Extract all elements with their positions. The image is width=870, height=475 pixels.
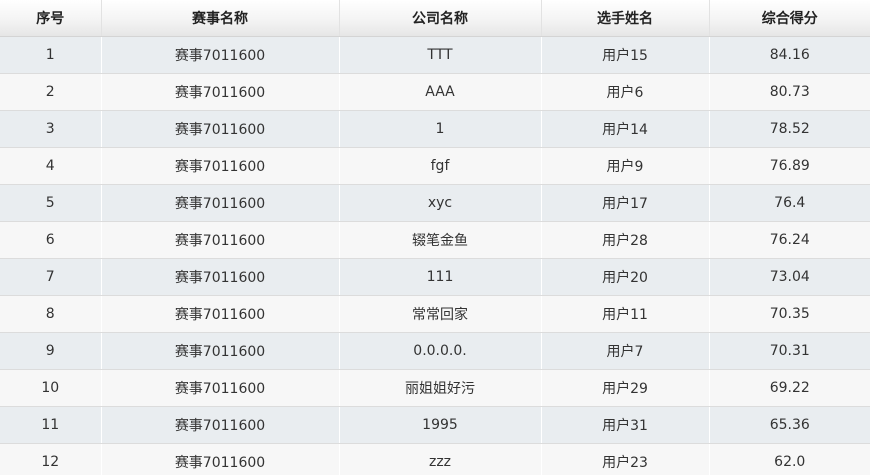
header-player-name[interactable]: 选手姓名	[541, 0, 710, 37]
cell-player-name: 用户9	[541, 147, 710, 185]
cell-company-name: zzz	[339, 443, 542, 475]
table-row[interactable]: 11 赛事7011600 1995 用户31 65.36	[0, 406, 870, 444]
header-index[interactable]: 序号	[0, 0, 102, 37]
table-row[interactable]: 6 赛事7011600 辍笔金鱼 用户28 76.24	[0, 221, 870, 259]
cell-event-name: 赛事7011600	[101, 73, 340, 111]
cell-index: 9	[0, 332, 102, 370]
table-body: 1 赛事7011600 TTT 用户15 84.16 2 赛事7011600 A…	[0, 36, 870, 475]
cell-company-name: fgf	[339, 147, 542, 185]
cell-player-name: 用户20	[541, 258, 710, 296]
cell-event-name: 赛事7011600	[101, 369, 340, 407]
cell-player-name: 用户23	[541, 443, 710, 475]
cell-index: 6	[0, 221, 102, 259]
cell-total-score: 76.4	[709, 184, 870, 222]
table-row[interactable]: 9 赛事7011600 0.0.0.0. 用户7 70.31	[0, 332, 870, 370]
cell-company-name: 0.0.0.0.	[339, 332, 542, 370]
cell-event-name: 赛事7011600	[101, 110, 340, 148]
table-header: 序号 赛事名称 公司名称 选手姓名 综合得分	[0, 0, 870, 37]
cell-index: 4	[0, 147, 102, 185]
cell-company-name: 丽姐姐好污	[339, 369, 542, 407]
cell-index: 3	[0, 110, 102, 148]
table-row[interactable]: 10 赛事7011600 丽姐姐好污 用户29 69.22	[0, 369, 870, 407]
cell-total-score: 62.0	[709, 443, 870, 475]
cell-index: 7	[0, 258, 102, 296]
cell-total-score: 70.31	[709, 332, 870, 370]
cell-player-name: 用户7	[541, 332, 710, 370]
cell-index: 11	[0, 406, 102, 444]
table-row[interactable]: 3 赛事7011600 1 用户14 78.52	[0, 110, 870, 148]
cell-player-name: 用户11	[541, 295, 710, 333]
cell-player-name: 用户6	[541, 73, 710, 111]
cell-total-score: 65.36	[709, 406, 870, 444]
header-event-name[interactable]: 赛事名称	[101, 0, 340, 37]
table-row[interactable]: 12 赛事7011600 zzz 用户23 62.0	[0, 443, 870, 475]
cell-total-score: 78.52	[709, 110, 870, 148]
header-row: 序号 赛事名称 公司名称 选手姓名 综合得分	[0, 0, 870, 37]
table-row[interactable]: 5 赛事7011600 xyc 用户17 76.4	[0, 184, 870, 222]
cell-event-name: 赛事7011600	[101, 184, 340, 222]
cell-event-name: 赛事7011600	[101, 221, 340, 259]
cell-company-name: TTT	[339, 36, 542, 74]
table-row[interactable]: 8 赛事7011600 常常回家 用户11 70.35	[0, 295, 870, 333]
header-total-score[interactable]: 综合得分	[709, 0, 870, 37]
table-row[interactable]: 1 赛事7011600 TTT 用户15 84.16	[0, 36, 870, 74]
cell-event-name: 赛事7011600	[101, 295, 340, 333]
cell-player-name: 用户29	[541, 369, 710, 407]
ranking-table: 序号 赛事名称 公司名称 选手姓名 综合得分 1 赛事7011600 TTT 用…	[0, 0, 870, 475]
cell-total-score: 70.35	[709, 295, 870, 333]
cell-company-name: AAA	[339, 73, 542, 111]
cell-player-name: 用户15	[541, 36, 710, 74]
cell-player-name: 用户28	[541, 221, 710, 259]
cell-player-name: 用户14	[541, 110, 710, 148]
cell-index: 2	[0, 73, 102, 111]
cell-total-score: 76.24	[709, 221, 870, 259]
cell-index: 1	[0, 36, 102, 74]
cell-player-name: 用户31	[541, 406, 710, 444]
cell-event-name: 赛事7011600	[101, 36, 340, 74]
cell-company-name: 常常回家	[339, 295, 542, 333]
cell-company-name: 1995	[339, 406, 542, 444]
cell-index: 5	[0, 184, 102, 222]
table-row[interactable]: 7 赛事7011600 111 用户20 73.04	[0, 258, 870, 296]
cell-company-name: 111	[339, 258, 542, 296]
cell-event-name: 赛事7011600	[101, 258, 340, 296]
cell-total-score: 73.04	[709, 258, 870, 296]
cell-event-name: 赛事7011600	[101, 443, 340, 475]
cell-event-name: 赛事7011600	[101, 332, 340, 370]
cell-index: 10	[0, 369, 102, 407]
cell-total-score: 69.22	[709, 369, 870, 407]
cell-total-score: 84.16	[709, 36, 870, 74]
cell-index: 12	[0, 443, 102, 475]
cell-total-score: 80.73	[709, 73, 870, 111]
cell-total-score: 76.89	[709, 147, 870, 185]
cell-event-name: 赛事7011600	[101, 147, 340, 185]
cell-index: 8	[0, 295, 102, 333]
header-company-name[interactable]: 公司名称	[339, 0, 542, 37]
cell-company-name: 1	[339, 110, 542, 148]
table-row[interactable]: 4 赛事7011600 fgf 用户9 76.89	[0, 147, 870, 185]
table-row[interactable]: 2 赛事7011600 AAA 用户6 80.73	[0, 73, 870, 111]
cell-event-name: 赛事7011600	[101, 406, 340, 444]
cell-company-name: 辍笔金鱼	[339, 221, 542, 259]
cell-company-name: xyc	[339, 184, 542, 222]
cell-player-name: 用户17	[541, 184, 710, 222]
